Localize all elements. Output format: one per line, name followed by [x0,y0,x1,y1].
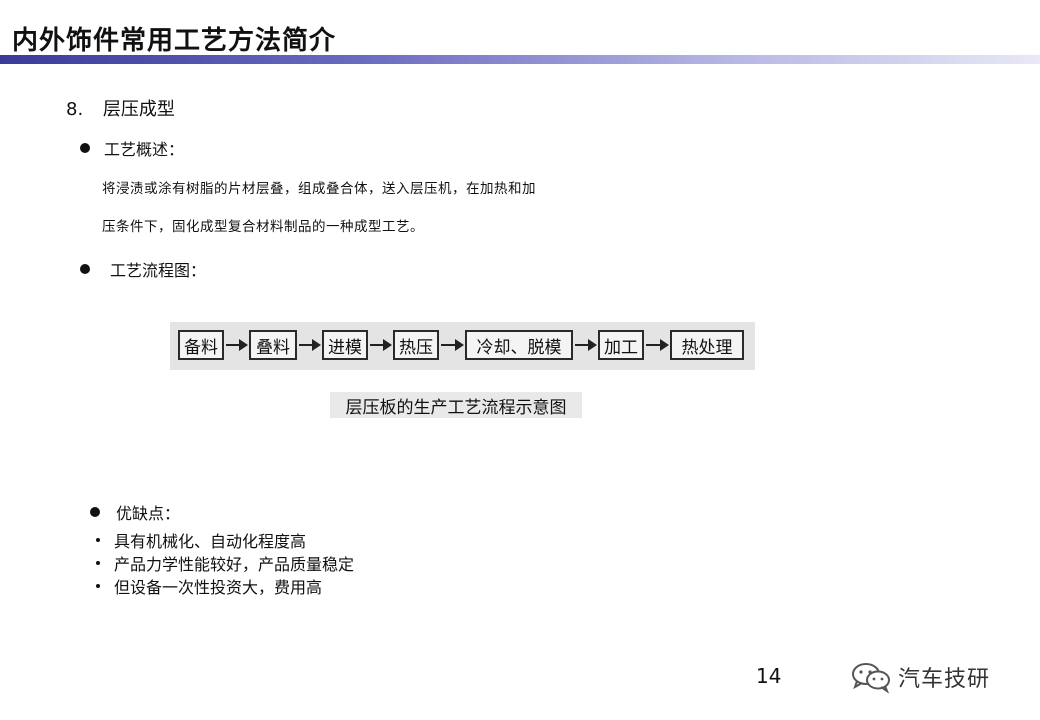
flow-arrow-icon [299,339,321,351]
title-underline-bar [0,55,1040,64]
flow-bullet: 工艺流程图： [80,257,206,281]
bullet-dot-icon [96,584,100,588]
flow-label: 工艺流程图： [110,261,207,280]
flow-arrow-icon [646,339,669,351]
list-item-text: 具有机械化、自动化程度高 [114,532,307,551]
page-number: 14 [756,664,782,688]
list-item: 产品力学性能较好，产品质量稳定 [96,551,354,575]
bullet-dot-icon [96,561,100,565]
section-number: 8. [66,99,84,120]
bullet-dot-icon [80,143,90,153]
wechat-icon [852,663,890,694]
list-item: 但设备一次性投资大，费用高 [96,574,322,598]
flow-step: 叠料 [249,330,297,360]
list-item-text: 产品力学性能较好，产品质量稳定 [114,555,355,574]
pros-cons-bullet: 优缺点： [90,500,180,524]
flow-step: 加工 [598,330,644,360]
section-heading: 8. 层压成型 [66,95,175,121]
flow-arrow-icon [441,339,464,351]
list-item-text: 但设备一次性投资大，费用高 [114,578,323,597]
flow-step: 进模 [322,330,368,360]
section-title: 层压成型 [102,99,175,120]
overview-text-line2: 压条件下，固化成型复合材料制品的一种成型工艺。 [102,219,424,235]
bullet-dot-icon [90,507,100,517]
flow-arrow-icon [226,339,248,351]
flow-step: 备料 [178,330,224,360]
flow-step: 热压 [393,330,439,360]
flow-caption: 层压板的生产工艺流程示意图 [330,392,582,418]
bullet-dot-icon [96,538,100,542]
overview-text-line1: 将浸渍或涂有树脂的片材层叠，组成叠合体，送入层压机，在加热和加 [102,181,536,197]
watermark: 汽车技研 [850,660,990,694]
overview-label: 工艺概述： [104,140,185,159]
flow-arrow-icon [575,339,597,351]
pros-cons-label: 优缺点： [116,504,181,523]
process-flow-diagram: 备料 叠料 进模 热压 冷却、脱模 加工 热处理 [170,322,755,370]
overview-bullet: 工艺概述： [80,136,184,160]
slide-title: 内外饰件常用工艺方法简介 [12,26,337,56]
list-item: 具有机械化、自动化程度高 [96,528,306,552]
bullet-dot-icon [80,264,90,274]
flow-arrow-icon [370,339,392,351]
flow-step: 冷却、脱模 [465,330,573,360]
watermark-text: 汽车技研 [898,667,991,692]
flow-step: 热处理 [670,330,744,360]
